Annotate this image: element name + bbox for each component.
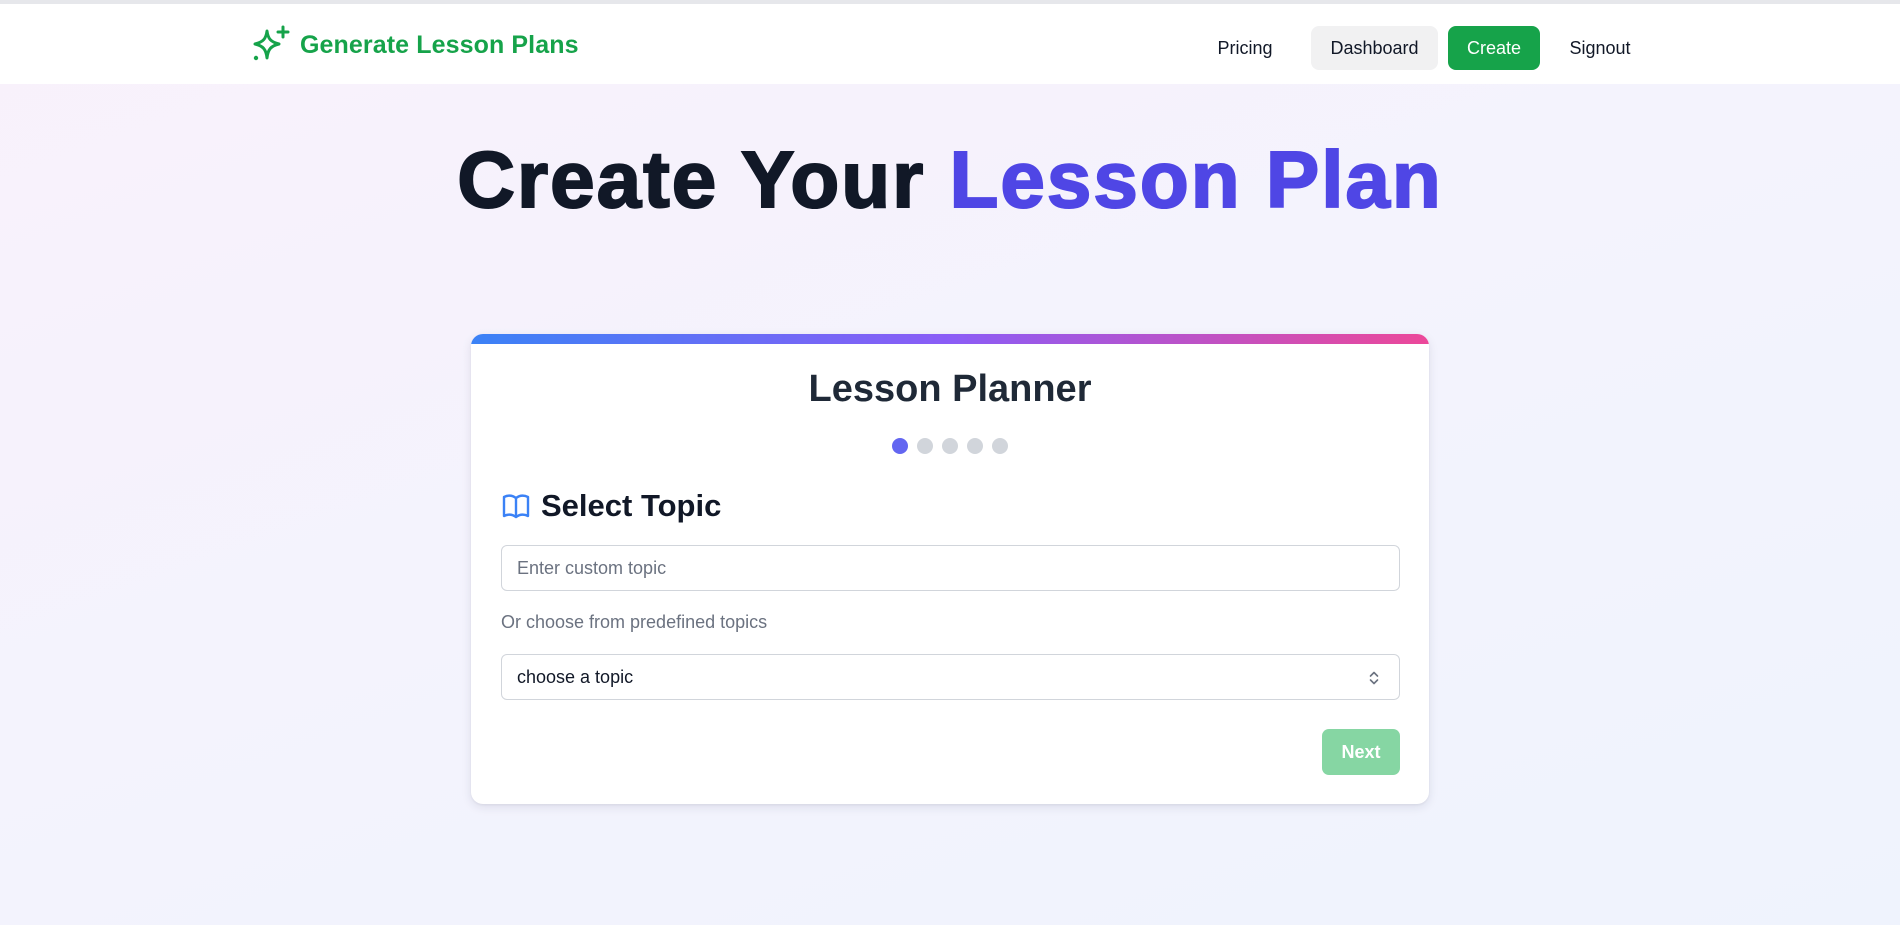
- book-open-icon: [502, 494, 530, 519]
- hero-heading: Create Your Lesson Plan: [0, 139, 1900, 221]
- brand-logo-link[interactable]: Generate Lesson Plans: [250, 25, 579, 65]
- hero-title-part1: Create Your: [456, 135, 950, 224]
- predefined-topics-label: Or choose from predefined topics: [501, 612, 768, 632]
- step-dot-2: [917, 438, 933, 454]
- nav-signout-link[interactable]: Signout: [1560, 26, 1640, 70]
- custom-topic-input[interactable]: [501, 545, 1400, 591]
- hero-title-accent: Lesson Plan: [949, 135, 1443, 224]
- step-dot-1: [892, 438, 908, 454]
- card-title: Lesson Planner: [808, 368, 1092, 410]
- nav-create-button[interactable]: Create: [1448, 26, 1540, 70]
- topic-select-value: choose a topic: [517, 667, 634, 687]
- chevron-up-down-icon: [1369, 671, 1379, 685]
- topic-select[interactable]: choose a topic: [501, 654, 1400, 700]
- sparkles-icon: [253, 25, 290, 61]
- step-dot-3: [942, 438, 958, 454]
- step-indicator: [471, 438, 1429, 454]
- section-title: Select Topic: [541, 488, 722, 523]
- brand-name: Generate Lesson Plans: [300, 30, 579, 59]
- card-gradient-bar: [471, 334, 1429, 344]
- step-dot-4: [967, 438, 983, 454]
- navbar: Generate Lesson Plans Pricing Dashboard …: [0, 4, 1900, 84]
- nav-dashboard-button[interactable]: Dashboard: [1311, 26, 1438, 70]
- lesson-planner-card: Lesson Planner Select Topic Or choose fr…: [471, 334, 1429, 804]
- step-dot-5: [992, 438, 1008, 454]
- next-button[interactable]: Next: [1322, 729, 1400, 775]
- nav-pricing-link[interactable]: Pricing: [1207, 26, 1283, 70]
- section-header: Select Topic: [501, 486, 721, 526]
